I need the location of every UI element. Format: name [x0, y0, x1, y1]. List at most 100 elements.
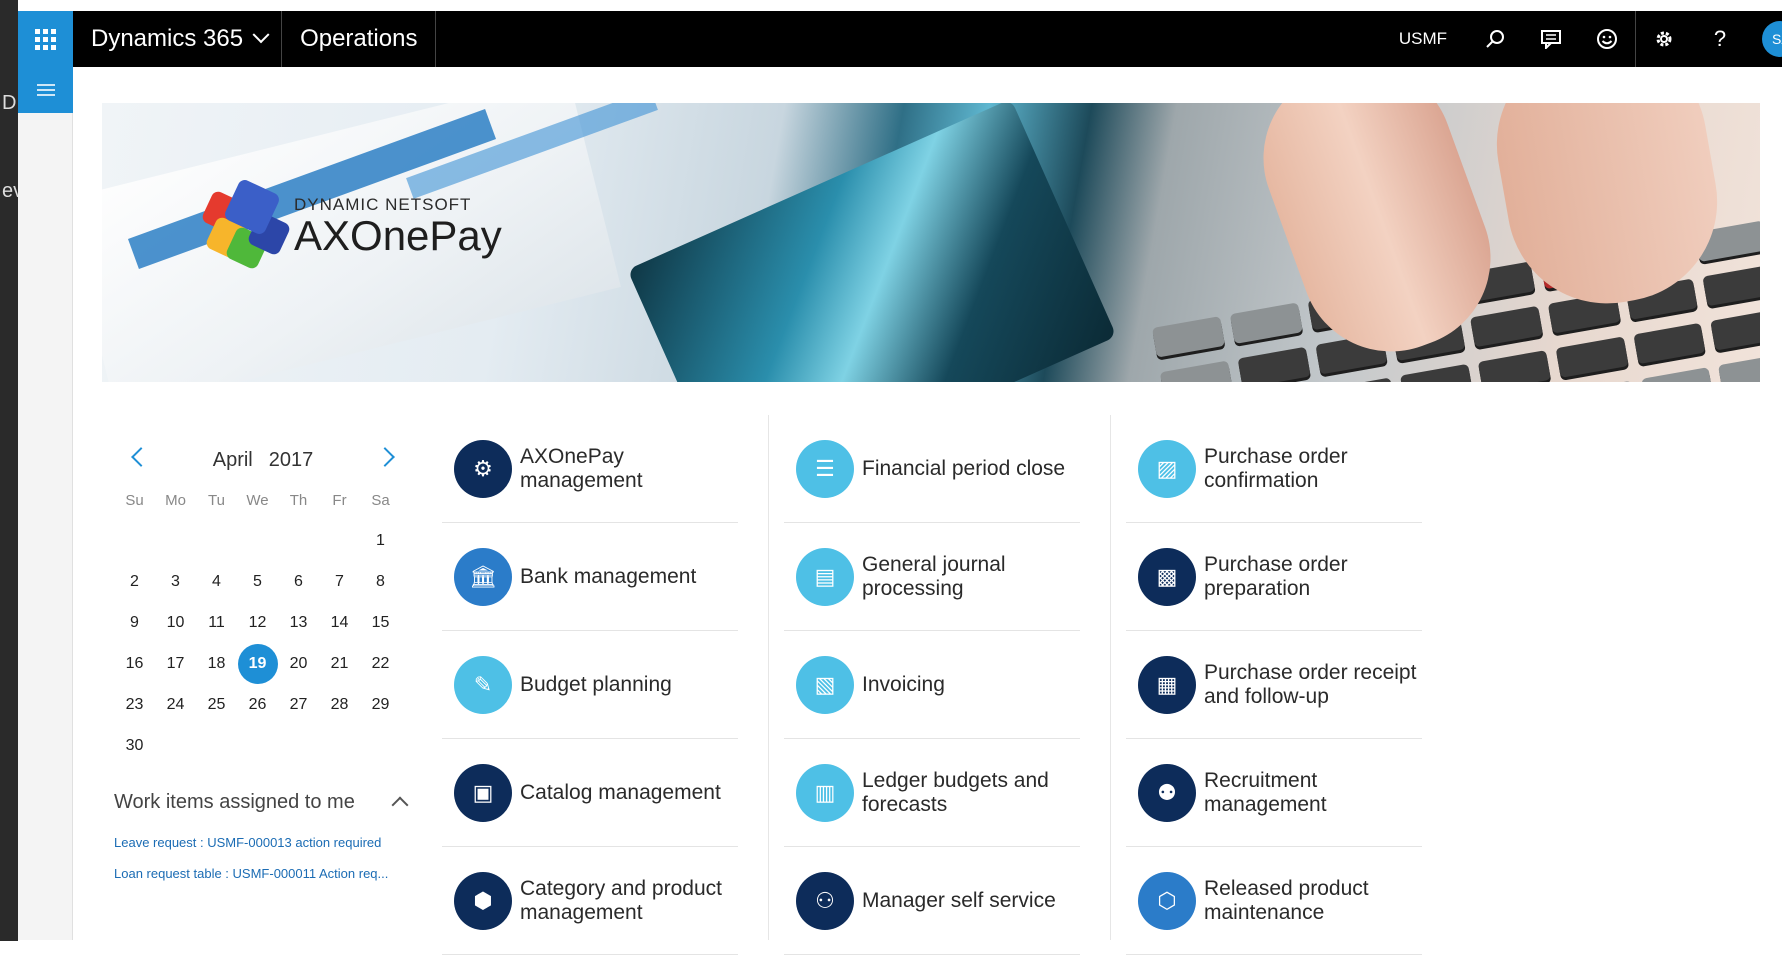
- calendar-grid: Su Mo Tu We Th Fr Sa 1 2 3 4 5 6 7 8 9 10 11 12 13 14 15 16 17 1…: [114, 480, 418, 766]
- calendar-day[interactable]: 25: [196, 684, 237, 725]
- axonepay-logo-icon: [200, 177, 300, 271]
- document-prep-icon: ▩: [1138, 547, 1196, 606]
- dashboard-banner: DYNAMIC NETSOFT AXOnePay: [102, 103, 1760, 382]
- tile-label: Invoicing: [862, 672, 945, 696]
- calendar-day[interactable]: 2: [114, 561, 155, 602]
- search-button[interactable]: [1467, 11, 1523, 67]
- avatar[interactable]: SA: [1762, 21, 1782, 57]
- calendar-header: April 2017: [108, 440, 418, 480]
- calendar-day[interactable]: 23: [114, 684, 155, 725]
- column-divider: [1110, 415, 1111, 941]
- calendar-month: April: [212, 448, 253, 471]
- catalog-icon: ▣: [454, 763, 512, 822]
- work-items-header[interactable]: Work items assigned to me: [114, 785, 414, 819]
- weekday-label: Sa: [371, 491, 390, 509]
- messages-button[interactable]: [1523, 11, 1579, 67]
- workspace-tile[interactable]: ▣ Catalog management: [442, 739, 738, 847]
- tile-label: General journal processing: [862, 553, 1006, 600]
- calendar-day[interactable]: 4: [196, 561, 237, 602]
- calendar-day[interactable]: 22: [360, 643, 401, 684]
- navigation-pane: [18, 67, 73, 941]
- calendar-day[interactable]: 19: [237, 643, 278, 684]
- module-name[interactable]: Operations: [282, 11, 437, 67]
- work-item-link[interactable]: Loan request table : USMF-000011 Action …: [114, 866, 414, 881]
- chevron-up-icon[interactable]: [391, 796, 409, 814]
- calendar-day[interactable]: 3: [155, 561, 196, 602]
- calendar-day[interactable]: 27: [278, 684, 319, 725]
- workspace-tile[interactable]: 🏛 Bank management: [442, 523, 738, 631]
- chevron-down-icon: [252, 26, 270, 44]
- ledger-icon: ▥: [796, 763, 854, 822]
- feedback-button[interactable]: [1579, 11, 1635, 67]
- calendar-day[interactable]: 29: [360, 684, 401, 725]
- calendar-day[interactable]: 7: [319, 561, 360, 602]
- app-launcher-button[interactable]: [18, 11, 73, 67]
- help-icon: ?: [1713, 26, 1727, 51]
- workspace-tile[interactable]: ▨ Purchase order confirmation: [1126, 415, 1422, 523]
- app-switcher[interactable]: Dynamics 365: [73, 11, 283, 67]
- journal-icon: ▤: [796, 547, 854, 606]
- weekday-label: We: [246, 491, 269, 509]
- calendar-day[interactable]: 5: [237, 561, 278, 602]
- calendar-day[interactable]: 20: [278, 643, 319, 684]
- manager-team-icon: ⚇: [796, 871, 854, 930]
- calendar-day[interactable]: 15: [360, 602, 401, 643]
- calendar-day[interactable]: 1: [360, 520, 401, 561]
- chevron-right-icon[interactable]: [375, 447, 395, 467]
- workspace-tile[interactable]: ▩ Purchase order preparation: [1126, 523, 1422, 631]
- calendar-day[interactable]: 17: [155, 643, 196, 684]
- calendar-empty-cell: [114, 520, 155, 561]
- calendar-day[interactable]: 18: [196, 643, 237, 684]
- help-button[interactable]: ?: [1692, 11, 1748, 67]
- workspace-tile[interactable]: ⚉ Recruitment management: [1126, 739, 1422, 847]
- workspace-tile[interactable]: ☰ Financial period close: [784, 415, 1080, 523]
- chevron-left-icon[interactable]: [131, 447, 151, 467]
- work-items-panel: Work items assigned to me Leave request …: [114, 785, 414, 881]
- left-frame: D ev: [0, 0, 23, 941]
- calendar-day[interactable]: 12: [237, 602, 278, 643]
- calendar-day[interactable]: 6: [278, 561, 319, 602]
- app-name: Dynamics 365: [91, 25, 244, 52]
- work-item-link[interactable]: Leave request : USMF-000013 action requi…: [114, 835, 414, 850]
- calendar-empty-cell: [319, 520, 360, 561]
- calendar-empty-cell: [278, 725, 319, 766]
- column-divider: [768, 415, 769, 941]
- workspace-tile[interactable]: ▦ Purchase order receipt and follow-up: [1126, 631, 1422, 739]
- company-picker[interactable]: USMF: [1379, 29, 1467, 49]
- weekday-label: Tu: [208, 491, 225, 509]
- workspace-tile[interactable]: ⬢ Category and product management: [442, 847, 738, 955]
- calendar-day[interactable]: 9: [114, 602, 155, 643]
- settings-button[interactable]: [1636, 11, 1692, 67]
- calendar-day[interactable]: 8: [360, 561, 401, 602]
- workspace-tile[interactable]: ▤ General journal processing: [784, 523, 1080, 631]
- calendar-day[interactable]: 28: [319, 684, 360, 725]
- calendar-day[interactable]: 24: [155, 684, 196, 725]
- document-receipt-icon: ▦: [1138, 655, 1196, 714]
- workspace-tile[interactable]: ⚇ Manager self service: [784, 847, 1080, 955]
- calendar-day[interactable]: 14: [319, 602, 360, 643]
- workspace-tile[interactable]: ▧ Invoicing: [784, 631, 1080, 739]
- weekday-label: Mo: [165, 491, 186, 509]
- calendar-day[interactable]: 16: [114, 643, 155, 684]
- tile-label: Purchase order confirmation: [1204, 445, 1348, 492]
- calendar-empty-cell: [237, 520, 278, 561]
- calendar-day[interactable]: 11: [196, 602, 237, 643]
- workspace-tile[interactable]: ✎ Budget planning: [442, 631, 738, 739]
- expand-nav-button[interactable]: [18, 67, 73, 113]
- top-margin: [18, 0, 1782, 11]
- calendar-day[interactable]: 21: [319, 643, 360, 684]
- calendar-day[interactable]: 26: [237, 684, 278, 725]
- logo-title: AXOnePay: [294, 212, 502, 259]
- tile-label: Bank management: [520, 564, 697, 588]
- workspace-tile[interactable]: ⬡ Released product maintenance: [1126, 847, 1422, 955]
- calendar-day[interactable]: 10: [155, 602, 196, 643]
- weekday-label: Fr: [332, 491, 347, 509]
- tile-label: Recruitment management: [1204, 769, 1327, 816]
- tile-label: Ledger budgets and forecasts: [862, 769, 1049, 816]
- tile-label: Purchase order receipt and follow-up: [1204, 661, 1417, 708]
- calendar-day[interactable]: 30: [114, 725, 155, 766]
- workspace-tile[interactable]: ⚙ AXOnePay management: [442, 415, 738, 523]
- selected-day[interactable]: 19: [237, 643, 278, 684]
- workspace-tile[interactable]: ▥ Ledger budgets and forecasts: [784, 739, 1080, 847]
- calendar-day[interactable]: 13: [278, 602, 319, 643]
